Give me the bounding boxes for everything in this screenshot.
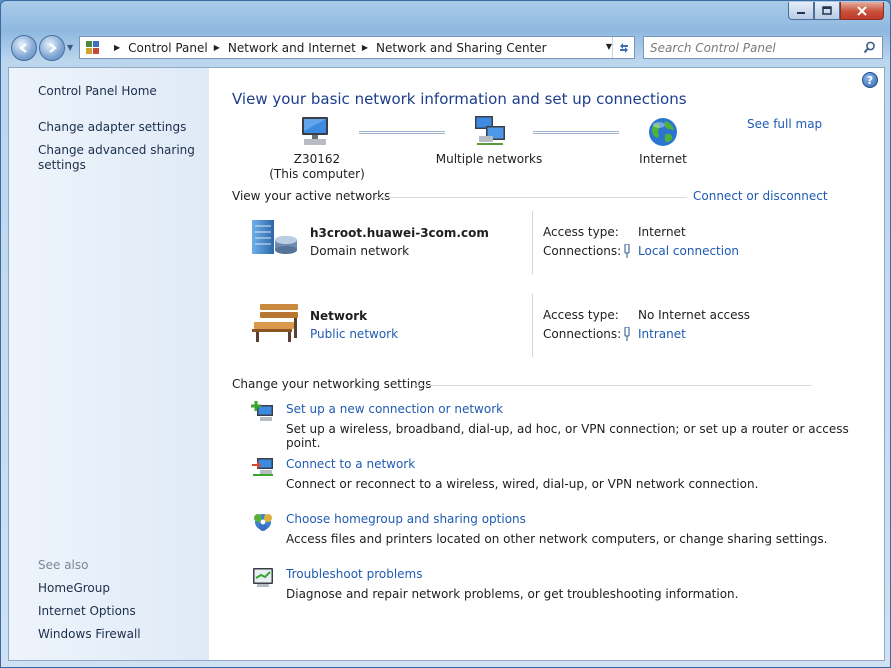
minimize-button[interactable] bbox=[788, 2, 814, 20]
map-computer-label: Z30162 (This computer) bbox=[267, 152, 367, 182]
network-category-link[interactable]: Public network bbox=[310, 327, 398, 341]
see-also-heading: See also bbox=[38, 558, 89, 572]
access-type-value: Internet bbox=[638, 225, 686, 239]
ethernet-icon bbox=[624, 244, 630, 258]
access-type-label: Access type: bbox=[543, 225, 619, 239]
map-multiple-networks-label: Multiple networks bbox=[435, 152, 543, 166]
setup-connection-description: Set up a wireless, broadband, dial-up, a… bbox=[286, 422, 849, 450]
breadcrumb-separator-icon[interactable]: ▶ bbox=[362, 43, 368, 52]
minimize-icon bbox=[797, 11, 805, 14]
search-icon[interactable] bbox=[863, 41, 876, 54]
connect-network-icon bbox=[252, 458, 273, 476]
connections-label: Connections: bbox=[543, 244, 622, 258]
connect-network-description: Connect or reconnect to a wireless, wire… bbox=[286, 477, 759, 491]
close-icon bbox=[857, 5, 867, 16]
homegroup-sharing-link[interactable]: Choose homegroup and sharing options bbox=[286, 512, 526, 526]
search-input[interactable] bbox=[650, 40, 850, 55]
refresh-icon bbox=[619, 42, 628, 53]
arrow-right-icon bbox=[49, 43, 57, 53]
back-button[interactable] bbox=[11, 35, 37, 61]
sidebar-windows-firewall[interactable]: Windows Firewall bbox=[38, 627, 141, 642]
close-button[interactable] bbox=[840, 2, 884, 20]
connect-or-disconnect-link[interactable]: Connect or disconnect bbox=[693, 189, 828, 203]
map-connector-line bbox=[533, 131, 619, 134]
address-bar[interactable]: ▶ Control Panel ▶ Network and Internet ▶… bbox=[79, 36, 635, 59]
domain-network-icon bbox=[252, 220, 297, 254]
homegroup-icon bbox=[254, 514, 272, 531]
breadcrumb-control-panel[interactable]: Control Panel bbox=[128, 41, 208, 55]
control-panel-icon bbox=[86, 40, 102, 55]
breadcrumb-network-and-internet[interactable]: Network and Internet bbox=[228, 41, 356, 55]
maximize-icon bbox=[822, 6, 832, 15]
new-connection-icon bbox=[251, 401, 273, 421]
recent-pages-dropdown[interactable]: ▼ bbox=[67, 43, 73, 52]
breadcrumb-network-and-sharing-center[interactable]: Network and Sharing Center bbox=[376, 41, 547, 55]
multiple-networks-icon[interactable] bbox=[473, 114, 507, 148]
homegroup-sharing-description: Access files and printers located on oth… bbox=[286, 532, 828, 546]
intranet-link[interactable]: Intranet bbox=[638, 327, 686, 341]
section-divider bbox=[412, 385, 812, 386]
connections-label: Connections: bbox=[543, 327, 622, 341]
refresh-button[interactable] bbox=[612, 37, 634, 58]
troubleshoot-icon bbox=[253, 568, 273, 587]
arrow-left-icon bbox=[19, 43, 27, 53]
main-panel: ? View your basic network information an… bbox=[209, 68, 884, 660]
network-category: Domain network bbox=[310, 244, 410, 258]
window: ▼ ▶ Control Panel ▶ Network and Internet… bbox=[0, 0, 891, 668]
caption-buttons bbox=[788, 2, 884, 20]
sidebar-change-advanced-sharing[interactable]: Change advanced sharing bbox=[38, 143, 195, 158]
map-connector-line bbox=[359, 131, 445, 134]
forward-button[interactable] bbox=[39, 35, 65, 61]
connection-item[interactable]: Local connection bbox=[622, 244, 739, 258]
settings-heading: Change your networking settings bbox=[232, 377, 432, 391]
map-internet-label: Internet bbox=[639, 152, 687, 166]
page-title: View your basic network information and … bbox=[232, 90, 687, 108]
breadcrumb-separator-icon[interactable]: ▶ bbox=[114, 43, 120, 52]
network-divider bbox=[532, 211, 533, 274]
section-divider bbox=[375, 197, 687, 198]
sidebar-internet-options[interactable]: Internet Options bbox=[38, 604, 136, 619]
map-computer-name: Z30162 bbox=[293, 152, 341, 166]
see-full-map-link[interactable]: See full map bbox=[747, 117, 822, 131]
sidebar-change-advanced-sharing-settings[interactable]: settings bbox=[38, 158, 86, 173]
sidebar-homegroup[interactable]: HomeGroup bbox=[38, 581, 110, 596]
help-icon[interactable]: ? bbox=[862, 72, 878, 88]
computer-icon[interactable] bbox=[298, 114, 332, 148]
map-computer-sub: (This computer) bbox=[269, 167, 365, 181]
connection-item[interactable]: Intranet bbox=[622, 327, 686, 341]
troubleshoot-link[interactable]: Troubleshoot problems bbox=[286, 567, 422, 581]
sidebar-control-panel-home[interactable]: Control Panel Home bbox=[38, 84, 157, 99]
troubleshoot-description: Diagnose and repair network problems, or… bbox=[286, 587, 739, 601]
network-name: Network bbox=[310, 309, 368, 323]
content-area: Control Panel Home Change adapter settin… bbox=[8, 67, 885, 661]
sidebar: Control Panel Home Change adapter settin… bbox=[9, 68, 209, 660]
active-networks-heading: View your active networks bbox=[232, 189, 391, 203]
search-box[interactable] bbox=[643, 36, 883, 59]
connect-network-link[interactable]: Connect to a network bbox=[286, 457, 415, 471]
network-divider bbox=[532, 294, 533, 357]
local-connection-link[interactable]: Local connection bbox=[638, 244, 739, 258]
maximize-button[interactable] bbox=[814, 2, 840, 20]
network-name: h3croot.huawei-3com.com bbox=[310, 226, 489, 240]
sidebar-change-adapter-settings[interactable]: Change adapter settings bbox=[38, 120, 186, 135]
public-network-bench-icon bbox=[252, 304, 298, 342]
access-type-label: Access type: bbox=[543, 308, 619, 322]
internet-globe-icon[interactable] bbox=[647, 116, 679, 148]
setup-connection-link[interactable]: Set up a new connection or network bbox=[286, 402, 503, 416]
ethernet-icon bbox=[624, 327, 630, 341]
access-type-value: No Internet access bbox=[638, 308, 751, 322]
navigation-bar: ▼ ▶ Control Panel ▶ Network and Internet… bbox=[7, 32, 886, 62]
breadcrumb-separator-icon[interactable]: ▶ bbox=[214, 43, 220, 52]
